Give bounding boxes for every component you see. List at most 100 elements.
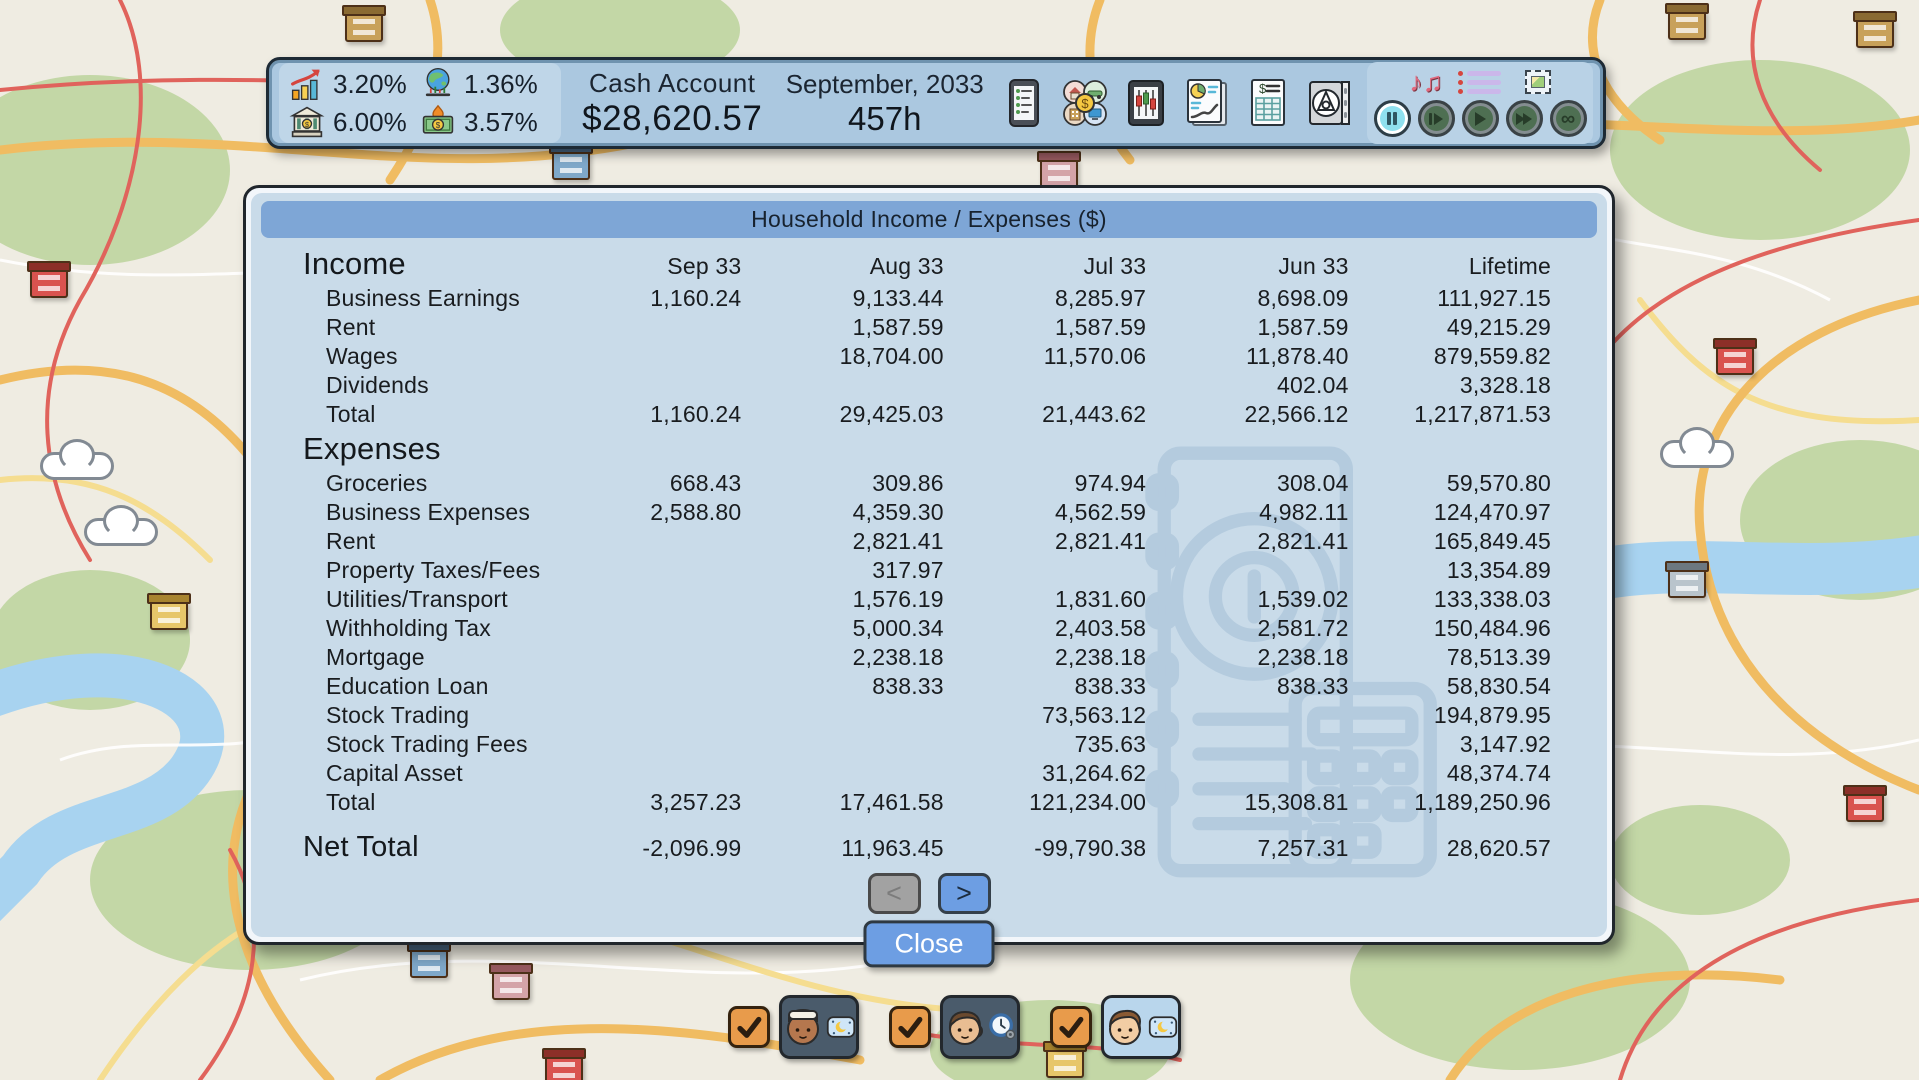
income-expenses-table: IncomeSep 33Aug 33Jul 33Jun 33LifetimeBu… (251, 238, 1607, 863)
cash-account-label: Cash Account (589, 68, 755, 99)
row-label: Total (303, 788, 539, 817)
bank-interest-icon: $ (289, 104, 325, 140)
cell-value: 1,189,250.96 (1349, 788, 1551, 817)
svg-text:$: $ (305, 120, 309, 129)
cell-value: 22,566.12 (1146, 400, 1348, 429)
cell-value: 78,513.39 (1349, 643, 1551, 672)
screenshot-icon[interactable] (1525, 70, 1551, 94)
top-bar: 3.20% 1.36% (266, 57, 1606, 149)
column-header: Lifetime (1349, 252, 1551, 281)
row-label: Education Loan (303, 672, 539, 701)
cell-value: 2,581.72 (1146, 614, 1348, 643)
cell-value: 73,563.12 (944, 701, 1146, 730)
music-icon[interactable]: ♪♫ (1409, 69, 1443, 96)
step-button[interactable] (1418, 100, 1455, 137)
cell-value: 2,238.18 (944, 643, 1146, 672)
check-icon (895, 1012, 925, 1042)
cell-value: 49,215.29 (1349, 313, 1551, 342)
cell-value: 21,443.62 (944, 400, 1146, 429)
next-page-button[interactable]: > (938, 873, 991, 914)
fast-forward-button[interactable] (1506, 100, 1543, 137)
dialog-header: Household Income / Expenses ($) (261, 201, 1597, 238)
play-button[interactable] (1462, 100, 1499, 137)
cloud-icon (1660, 440, 1734, 468)
character-1-card[interactable] (779, 995, 859, 1059)
stat-value: 1.36% (464, 69, 538, 100)
map-building-icon (345, 12, 383, 42)
cell-value: 29,425.03 (741, 400, 943, 429)
character-3-checkbox[interactable] (1050, 1006, 1092, 1048)
cell-value: 5,000.34 (741, 614, 943, 643)
row-label: Capital Asset (303, 759, 539, 788)
previous-page-button[interactable]: < (868, 873, 921, 914)
cell-value: 15,308.81 (1146, 788, 1348, 817)
character-1-checkbox[interactable] (728, 1006, 770, 1048)
stat-value: 6.00% (333, 107, 407, 138)
stat-value: 3.57% (464, 107, 538, 138)
row-label: Property Taxes/Fees (303, 556, 539, 585)
map-building-icon (1668, 568, 1706, 598)
cell-value: 31,264.62 (944, 759, 1146, 788)
cell-value: 879,559.82 (1349, 342, 1551, 371)
close-button[interactable]: Close (863, 920, 994, 967)
cell-value: 13,354.89 (1349, 556, 1551, 585)
net-total-value: -99,790.38 (944, 818, 1146, 863)
cell-value: 150,484.96 (1349, 614, 1551, 643)
tasks-phone-icon[interactable] (1000, 78, 1048, 128)
max-speed-button[interactable]: ∞ (1550, 100, 1587, 137)
cloud-icon (84, 518, 158, 546)
hours-remaining: 457h (848, 100, 921, 138)
row-label: Stock Trading Fees (303, 730, 539, 759)
stock-market-icon[interactable] (1122, 78, 1170, 128)
cell-value: 668.43 (539, 469, 741, 498)
inflation-icon: $ (420, 104, 456, 140)
row-label: Business Expenses (303, 498, 539, 527)
stat-market-growth: 3.20% (289, 66, 420, 102)
cell-value: 838.33 (944, 672, 1146, 701)
row-label: Dividends (303, 371, 539, 400)
map-building-icon (30, 268, 68, 298)
cell-value: 9,133.44 (741, 284, 943, 313)
cell-value: 165,849.45 (1349, 527, 1551, 556)
cell-value: 11,570.06 (944, 342, 1146, 371)
cell-value: 838.33 (1146, 672, 1348, 701)
map-building-icon (1856, 18, 1894, 48)
section-header: Income (303, 244, 539, 284)
row-label: Utilities/Transport (303, 585, 539, 614)
pause-button[interactable] (1374, 100, 1411, 137)
cell-value: 4,982.11 (1146, 498, 1348, 527)
cell-value: 17,461.58 (741, 788, 943, 817)
sleeping-icon (1148, 1014, 1178, 1040)
cell-value: 1,831.60 (944, 585, 1146, 614)
game-screen: 3.20% 1.36% (0, 0, 1919, 1080)
media-icon-row: ♪♫ (1409, 69, 1551, 96)
net-total-value: 28,620.57 (1349, 818, 1551, 863)
media-panel: ♪♫ ∞ (1367, 62, 1593, 144)
row-label: Withholding Tax (303, 614, 539, 643)
character-3-card[interactable] (1101, 995, 1181, 1059)
cell-value: 11,878.40 (1146, 342, 1348, 371)
almanac-icon[interactable] (1305, 78, 1353, 128)
cell-value: 402.04 (1146, 371, 1348, 400)
map-building-icon (492, 970, 530, 1000)
cell-value: 111,927.15 (1349, 284, 1551, 313)
cell-value: 4,562.59 (944, 498, 1146, 527)
cell-value: 8,698.09 (1146, 284, 1348, 313)
stat-bank-interest: $ 6.00% (289, 104, 420, 140)
cell-value: 309.86 (741, 469, 943, 498)
finances-icon[interactable]: $ (1244, 78, 1292, 128)
assets-icon[interactable]: $ (1061, 78, 1109, 128)
map-building-icon (552, 150, 590, 180)
global-market-icon (420, 66, 456, 102)
market-growth-icon (289, 66, 325, 102)
dialog-body: Household Income / Expenses ($) (251, 193, 1607, 937)
reports-icon[interactable] (1183, 78, 1231, 128)
character-1-portrait (783, 1005, 823, 1049)
column-header: Sep 33 (539, 252, 741, 281)
character-2-checkbox[interactable] (889, 1006, 931, 1048)
cell-value: 735.63 (944, 730, 1146, 759)
playlist-icon[interactable] (1467, 71, 1501, 94)
dialog-title: Household Income / Expenses ($) (751, 206, 1107, 233)
cell-value: 59,570.80 (1349, 469, 1551, 498)
character-2-card[interactable] (940, 995, 1020, 1059)
